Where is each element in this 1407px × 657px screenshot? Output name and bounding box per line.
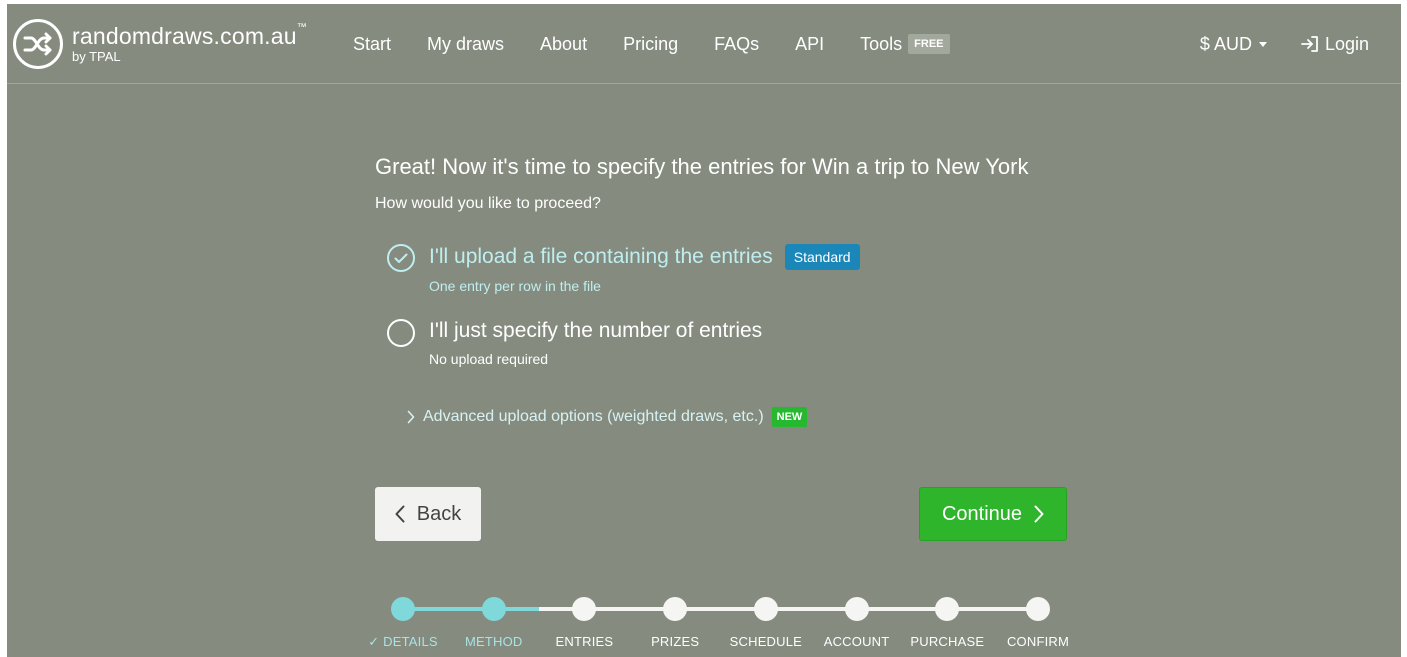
free-badge: FREE (908, 34, 950, 54)
brand-trademark: ™ (296, 22, 307, 33)
brand-name: randomdraws.com.au (72, 23, 297, 49)
nav-api[interactable]: API (795, 34, 824, 55)
nav-pricing[interactable]: Pricing (623, 34, 678, 55)
step-label-confirm: CONFIRM (1006, 634, 1070, 649)
nav-tools-label: Tools (860, 33, 903, 54)
back-label: Back (416, 502, 462, 525)
login-link[interactable]: Login (1301, 34, 1369, 55)
nav-faqs[interactable]: FAQs (714, 34, 759, 55)
standard-badge: Standard (784, 244, 860, 270)
page-heading: Great! Now it's time to specify the entr… (375, 154, 1029, 179)
step-dot-confirm (1026, 597, 1050, 621)
step-label-method: METHOD (464, 634, 523, 649)
nav-my-draws[interactable]: My draws (427, 34, 504, 55)
caret-down-icon (1258, 41, 1267, 47)
option-upload-title: I'll upload a file containing the entrie… (429, 245, 773, 268)
chevron-left-icon (395, 505, 405, 523)
step-label-account: ACCOUNT (823, 634, 890, 649)
new-badge: NEW (771, 407, 808, 427)
step-label-prizes: PRIZES (651, 634, 700, 649)
option-specify-number[interactable]: I'll just specify the number of entries … (387, 319, 762, 367)
top-navbar: randomdraws.com.au™ by TPAL Start My dra… (7, 4, 1401, 84)
step-dot-prizes (663, 597, 688, 621)
chevron-right-icon (407, 410, 415, 424)
chevron-right-icon (1034, 505, 1044, 523)
shuffle-icon (13, 19, 63, 69)
option-upload-file[interactable]: I'll upload a file containing the entrie… (387, 244, 860, 294)
brand-logo-link[interactable]: randomdraws.com.au™ by TPAL (13, 17, 307, 71)
nav-start[interactable]: Start (353, 34, 391, 55)
login-label: Login (1324, 33, 1369, 54)
main-nav: Start My draws About Pricing FAQs API To… (353, 4, 986, 84)
step-dot-entries (572, 597, 597, 621)
back-button[interactable]: Back (375, 487, 481, 541)
step-label-details: ✓ DETAILS (368, 634, 438, 649)
currency-label: $ AUD (1199, 33, 1252, 54)
radio-checked-icon[interactable] (387, 244, 415, 272)
radio-unchecked-icon[interactable] (387, 319, 415, 347)
continue-label: Continue (941, 502, 1023, 525)
page-frame: randomdraws.com.au™ by TPAL Start My dra… (7, 4, 1401, 657)
nav-tools[interactable]: Tools FREE (860, 33, 950, 55)
page-subheading: How would you like to proceed? (375, 195, 601, 212)
progress-stepper: ✓ DETAILS METHOD ENTRIES PRIZES SCHEDULE ACCO… (7, 592, 1401, 657)
advanced-options-label: Advanced upload options (weighted draws,… (423, 408, 764, 425)
step-label-entries: ENTRIES (555, 634, 614, 649)
step-dot-schedule (753, 597, 778, 621)
currency-dropdown[interactable]: $ AUD (1200, 34, 1267, 55)
login-icon (1301, 36, 1318, 52)
option-number-subtitle: No upload required (429, 351, 549, 367)
continue-button[interactable]: Continue (919, 487, 1067, 541)
step-dot-purchase (935, 597, 960, 621)
option-upload-subtitle: One entry per row in the file (429, 278, 601, 294)
step-label-purchase: PURCHASE (910, 634, 985, 649)
nav-about[interactable]: About (540, 34, 587, 55)
advanced-upload-options-toggle[interactable]: Advanced upload options (weighted draws,… (407, 407, 808, 427)
stepper-track-progress (403, 607, 540, 611)
step-dot-method (481, 597, 506, 621)
step-dot-account (844, 597, 869, 621)
step-label-schedule: SCHEDULE (729, 634, 803, 649)
option-number-title: I'll just specify the number of entries (429, 319, 763, 342)
step-dot-details (391, 597, 415, 621)
brand-byline: by TPAL (72, 49, 121, 64)
